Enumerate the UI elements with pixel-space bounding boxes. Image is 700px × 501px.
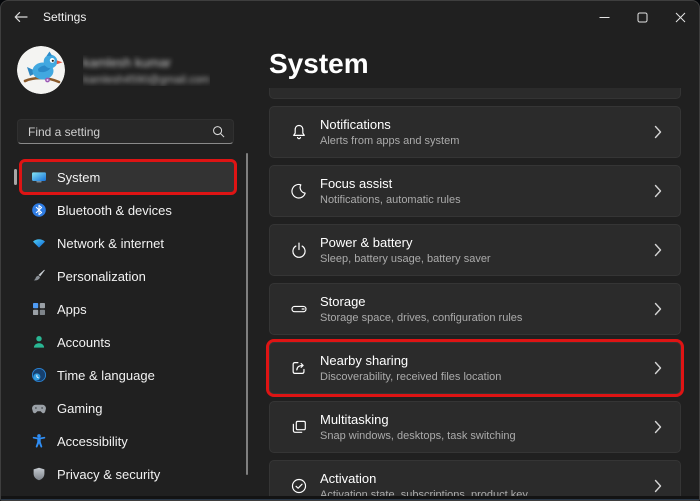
- window-bottom-edge: [1, 496, 699, 500]
- card-title: Activation: [320, 471, 528, 486]
- chevron-right-icon: [654, 420, 662, 434]
- card-title: Power & battery: [320, 235, 491, 250]
- sidebar-item-label: Gaming: [57, 401, 103, 416]
- chevron-right-icon: [654, 302, 662, 316]
- card-subtitle: Storage space, drives, configuration rul…: [320, 312, 522, 324]
- windows-stack-icon: [290, 418, 308, 436]
- card-title: Storage: [320, 294, 522, 309]
- card-subtitle: Snap windows, desktops, task switching: [320, 430, 516, 442]
- sidebar-item-network-internet[interactable]: Network & internet: [21, 227, 235, 259]
- person-icon: [31, 334, 47, 350]
- settings-card-activation[interactable]: Activation Activation state, subscriptio…: [269, 460, 681, 498]
- card-title: Focus assist: [320, 176, 461, 191]
- chevron-right-icon: [654, 184, 662, 198]
- close-icon: [675, 12, 686, 23]
- card-title: Nearby sharing: [320, 353, 501, 368]
- sidebar-item-label: System: [57, 170, 100, 185]
- chevron-right-icon: [654, 243, 662, 257]
- settings-card-multitasking[interactable]: Multitasking Snap windows, desktops, tas…: [269, 401, 681, 453]
- sidebar-item-accounts[interactable]: Accounts: [21, 326, 235, 358]
- drive-icon: [290, 300, 308, 318]
- sidebar-item-gaming[interactable]: Gaming: [21, 392, 235, 424]
- sidebar-item-label: Privacy & security: [57, 467, 160, 482]
- maximize-icon: [637, 12, 648, 23]
- settings-card-storage[interactable]: Storage Storage space, drives, configura…: [269, 283, 681, 335]
- card-subtitle: Alerts from apps and system: [320, 135, 459, 147]
- settings-card-notifications[interactable]: Notifications Alerts from apps and syste…: [269, 106, 681, 158]
- settings-window: Settings: [0, 0, 700, 501]
- window-title: Settings: [43, 10, 86, 24]
- sidebar: kamlesh kumar kamlesh4590@gmail.com: [1, 33, 249, 498]
- power-icon: [290, 241, 308, 259]
- sidebar-item-label: Accessibility: [57, 434, 128, 449]
- sidebar-item-time-language[interactable]: Time & language: [21, 359, 235, 391]
- partial-card-above[interactable]: [269, 88, 681, 99]
- card-subtitle: Notifications, automatic rules: [320, 194, 461, 206]
- accessibility-person-icon: [31, 433, 47, 449]
- paintbrush-icon: [31, 268, 47, 284]
- sidebar-item-bluetooth-devices[interactable]: Bluetooth & devices: [21, 194, 235, 226]
- sidebar-item-label: Time & language: [57, 368, 155, 383]
- sidebar-nav: System Bluetooth & devices: [1, 161, 249, 490]
- chevron-right-icon: [654, 125, 662, 139]
- sidebar-item-privacy-security[interactable]: Privacy & security: [21, 458, 235, 490]
- settings-card-focus-assist[interactable]: Focus assist Notifications, automatic ru…: [269, 165, 681, 217]
- settings-card-power-battery[interactable]: Power & battery Sleep, battery usage, ba…: [269, 224, 681, 276]
- minimize-icon: [599, 12, 610, 23]
- shield-icon: [31, 466, 47, 482]
- system-monitor-icon: [31, 169, 47, 185]
- sidebar-item-label: Bluetooth & devices: [57, 203, 172, 218]
- sidebar-item-accessibility[interactable]: Accessibility: [21, 425, 235, 457]
- minimize-button[interactable]: [585, 1, 623, 33]
- app-squares-icon: [31, 301, 47, 317]
- search-icon: [212, 125, 225, 138]
- search-box[interactable]: [17, 119, 234, 144]
- share-icon: [290, 359, 308, 377]
- settings-card-nearby-sharing[interactable]: Nearby sharing Discoverability, received…: [269, 342, 681, 394]
- maximize-button[interactable]: [623, 1, 661, 33]
- blue-bird-avatar-icon: [17, 46, 65, 94]
- user-profile[interactable]: kamlesh kumar kamlesh4590@gmail.com: [17, 46, 249, 94]
- user-email-blurred: kamlesh4590@gmail.com: [83, 74, 210, 86]
- titlebar: Settings: [1, 1, 699, 33]
- avatar: [17, 46, 65, 94]
- chevron-right-icon: [654, 479, 662, 493]
- page-title: System: [269, 45, 699, 83]
- check-circle-icon: [290, 477, 308, 495]
- sidebar-item-label: Personalization: [57, 269, 146, 284]
- back-arrow-icon: [14, 11, 28, 23]
- wifi-icon: [31, 235, 47, 251]
- bluetooth-icon: [31, 202, 47, 218]
- search-input[interactable]: [28, 125, 212, 139]
- back-button[interactable]: [1, 1, 41, 33]
- main-panel: System Notifications Alerts from apps an…: [249, 33, 699, 498]
- bell-icon: [290, 123, 308, 141]
- sidebar-item-label: Accounts: [57, 335, 110, 350]
- sidebar-scrollbar[interactable]: [246, 153, 248, 475]
- card-subtitle: Sleep, battery usage, battery saver: [320, 253, 491, 265]
- card-subtitle: Discoverability, received files location: [320, 371, 501, 383]
- clock-globe-icon: [31, 367, 47, 383]
- card-title: Notifications: [320, 117, 459, 132]
- card-title: Multitasking: [320, 412, 516, 427]
- settings-card-list: Notifications Alerts from apps and syste…: [269, 88, 681, 498]
- sidebar-item-system[interactable]: System: [21, 161, 235, 193]
- sidebar-item-label: Network & internet: [57, 236, 164, 251]
- caption-buttons: [585, 1, 699, 33]
- chevron-right-icon: [654, 361, 662, 375]
- moon-icon: [290, 182, 308, 200]
- sidebar-item-personalization[interactable]: Personalization: [21, 260, 235, 292]
- gamepad-icon: [31, 400, 47, 416]
- close-button[interactable]: [661, 1, 699, 33]
- sidebar-item-apps[interactable]: Apps: [21, 293, 235, 325]
- user-name-blurred: kamlesh kumar: [83, 55, 210, 70]
- sidebar-item-label: Apps: [57, 302, 87, 317]
